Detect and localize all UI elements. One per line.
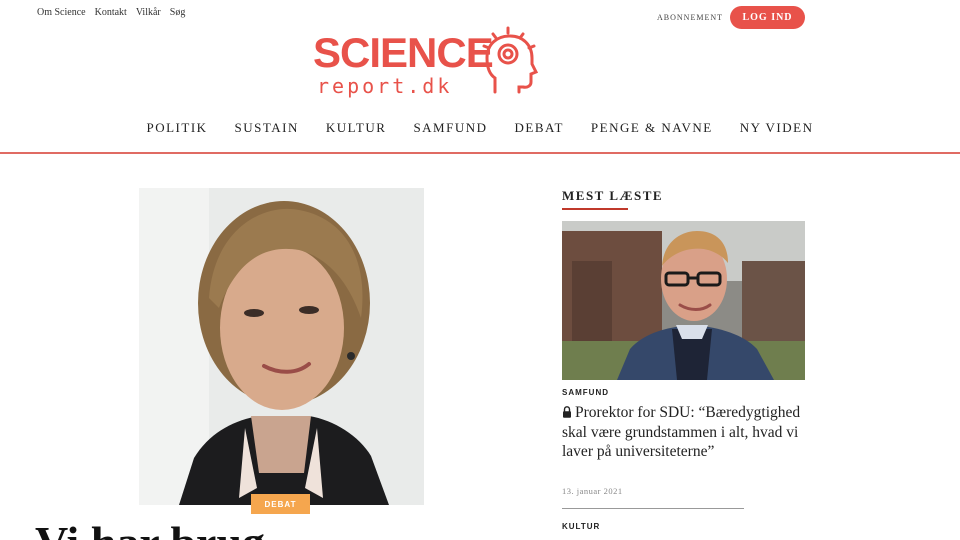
logo-wordmark: SCIENCE (313, 29, 494, 76)
top-links: Om Science Kontakt Vilkår Søg (37, 7, 185, 18)
portrait-illustration (139, 188, 424, 505)
top-link-vilkaar[interactable]: Vilkår (136, 7, 161, 18)
nav-ny-viden[interactable]: NY VIDEN (740, 120, 814, 136)
most-read-category[interactable]: SAMFUND (562, 388, 609, 397)
nav-politik[interactable]: POLITIK (147, 120, 208, 136)
site-logo[interactable]: SCIENCE report.dk (313, 26, 543, 102)
most-read-underline (562, 208, 628, 210)
main-nav: POLITIK SUSTAIN KULTUR SAMFUND DEBAT PEN… (0, 120, 960, 136)
most-read-article-title[interactable]: Prorektor for SDU: “Bæredygtighed skal v… (562, 403, 812, 462)
most-read-article-image[interactable] (562, 221, 805, 380)
lock-icon (563, 406, 571, 418)
most-read-date: 13. januar 2021 (562, 486, 623, 496)
subscribe-link[interactable]: ABONNEMENT (657, 13, 723, 22)
sidebar-divider (562, 508, 744, 509)
most-read-title-text: Prorektor for SDU: “Bæredygtighed skal v… (562, 404, 801, 460)
head-lightbulb-icon (482, 26, 539, 94)
login-button[interactable]: LOG IND (730, 6, 805, 29)
nav-penge-navne[interactable]: PENGE & NAVNE (591, 120, 713, 136)
nav-kultur[interactable]: KULTUR (326, 120, 387, 136)
nav-debat[interactable]: DEBAT (515, 120, 564, 136)
category-badge[interactable]: DEBAT (251, 494, 310, 514)
next-article-category[interactable]: KULTUR (562, 522, 600, 531)
top-link-om-science[interactable]: Om Science (37, 7, 86, 18)
nav-samfund[interactable]: SAMFUND (413, 120, 487, 136)
top-link-kontakt[interactable]: Kontakt (95, 7, 127, 18)
portrait-man-illustration (562, 221, 805, 380)
article-hero-image[interactable] (139, 188, 424, 505)
logo-subtitle: report.dk (317, 74, 453, 98)
nav-sustain[interactable]: SUSTAIN (235, 120, 299, 136)
article-headline[interactable]: Vi har brug (35, 520, 265, 540)
top-link-soeg[interactable]: Søg (170, 7, 186, 18)
nav-divider (0, 152, 960, 154)
most-read-heading: MEST LÆSTE (562, 188, 664, 203)
